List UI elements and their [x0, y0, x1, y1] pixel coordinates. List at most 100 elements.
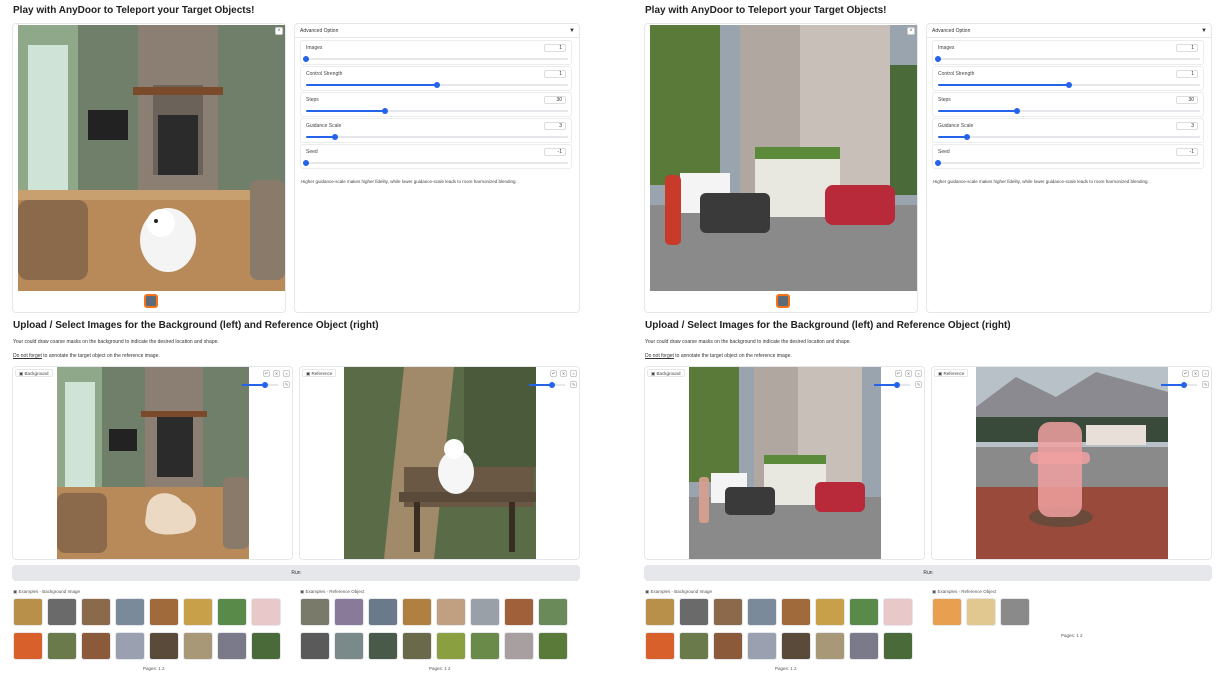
example-thumb[interactable]: [713, 632, 743, 660]
slider-control-strength[interactable]: Control Strength 1: [932, 66, 1204, 91]
slider-number-input[interactable]: 1: [1176, 44, 1198, 52]
slider-number-input[interactable]: -1: [544, 148, 566, 156]
example-thumb[interactable]: [149, 632, 179, 660]
example-thumb[interactable]: [81, 632, 111, 660]
undo-icon[interactable]: ↶: [550, 370, 557, 377]
slider-track[interactable]: [306, 82, 568, 88]
example-thumb[interactable]: [815, 632, 845, 660]
example-thumb[interactable]: [251, 598, 281, 626]
example-thumb[interactable]: [115, 598, 145, 626]
close-icon[interactable]: ×: [283, 370, 290, 377]
slider-number-input[interactable]: 1: [544, 70, 566, 78]
undo-icon[interactable]: ↶: [895, 370, 902, 377]
brush-size-handle[interactable]: [549, 382, 555, 388]
result-thumbnail[interactable]: [776, 294, 790, 308]
example-thumb[interactable]: [115, 632, 145, 660]
result-thumbnail[interactable]: [144, 294, 158, 308]
example-thumb[interactable]: [966, 598, 996, 626]
undo-icon[interactable]: ↶: [263, 370, 270, 377]
slider-steps[interactable]: Steps 30: [300, 92, 572, 117]
example-thumb[interactable]: [538, 632, 568, 660]
slider-track[interactable]: [303, 56, 568, 62]
example-thumb[interactable]: [1000, 598, 1030, 626]
example-thumb[interactable]: [747, 632, 777, 660]
example-thumb[interactable]: [47, 632, 77, 660]
example-thumb[interactable]: [679, 632, 709, 660]
brush-size-handle[interactable]: [262, 382, 268, 388]
slider-number-input[interactable]: 30: [544, 96, 566, 104]
clear-icon[interactable]: ✕: [273, 370, 280, 377]
example-thumb[interactable]: [334, 632, 364, 660]
slider-number-input[interactable]: 1: [1176, 70, 1198, 78]
slider-handle[interactable]: [1066, 82, 1072, 88]
advanced-option-header[interactable]: Advanced Option ▼: [295, 24, 579, 38]
example-thumb[interactable]: [815, 598, 845, 626]
slider-track[interactable]: [935, 160, 1200, 166]
slider-seed[interactable]: Seed -1: [932, 144, 1204, 169]
pagination-reference[interactable]: Pages: 1 2: [429, 666, 451, 671]
slider-number-input[interactable]: 3: [544, 122, 566, 130]
slider-handle[interactable]: [303, 56, 309, 62]
run-button[interactable]: Run: [12, 565, 580, 581]
slider-track[interactable]: [938, 108, 1200, 114]
slider-seed[interactable]: Seed -1: [300, 144, 572, 169]
example-thumb[interactable]: [217, 598, 247, 626]
example-thumb[interactable]: [504, 598, 534, 626]
example-thumb[interactable]: [13, 632, 43, 660]
brush-size-handle[interactable]: [894, 382, 900, 388]
brush-size-slider[interactable]: [874, 382, 910, 388]
brush-size-handle[interactable]: [1181, 382, 1187, 388]
example-thumb[interactable]: [883, 632, 913, 660]
example-thumb[interactable]: [645, 598, 675, 626]
slider-guidance-scale[interactable]: Guidance Scale 3: [300, 118, 572, 143]
slider-number-input[interactable]: 1: [544, 44, 566, 52]
example-thumb[interactable]: [183, 632, 213, 660]
close-icon[interactable]: ×: [1202, 370, 1209, 377]
brush-size-slider[interactable]: [242, 382, 278, 388]
slider-steps[interactable]: Steps 30: [932, 92, 1204, 117]
chevron-down-icon[interactable]: ▼: [1201, 24, 1207, 38]
brush-icon[interactable]: ✎: [570, 381, 577, 388]
brush-size-slider[interactable]: [529, 382, 565, 388]
slider-track[interactable]: [935, 56, 1200, 62]
pagination-background[interactable]: Pages: 1 2: [143, 666, 165, 671]
slider-handle[interactable]: [1013, 108, 1020, 114]
example-thumb[interactable]: [849, 598, 879, 626]
example-thumb[interactable]: [183, 598, 213, 626]
reference-image[interactable]: [976, 367, 1168, 559]
close-icon[interactable]: ×: [570, 370, 577, 377]
reference-image[interactable]: [344, 367, 536, 559]
run-button[interactable]: Run: [644, 565, 1212, 581]
slider-handle[interactable]: [963, 134, 970, 140]
undo-icon[interactable]: ↶: [1182, 370, 1189, 377]
slider-track[interactable]: [306, 134, 568, 140]
example-thumb[interactable]: [679, 598, 709, 626]
example-thumb[interactable]: [81, 598, 111, 626]
example-thumb[interactable]: [436, 598, 466, 626]
example-thumb[interactable]: [149, 598, 179, 626]
example-thumb[interactable]: [436, 632, 466, 660]
clear-icon[interactable]: ✕: [905, 370, 912, 377]
example-thumb[interactable]: [368, 598, 398, 626]
example-thumb[interactable]: [470, 632, 500, 660]
slider-guidance-scale[interactable]: Guidance Scale 3: [932, 118, 1204, 143]
slider-images[interactable]: Images 1: [932, 40, 1204, 65]
slider-handle[interactable]: [303, 160, 309, 166]
close-icon[interactable]: ×: [907, 27, 915, 35]
pagination-reference[interactable]: Pages: 1 2: [1061, 633, 1083, 638]
close-icon[interactable]: ×: [915, 370, 922, 377]
reference-editor[interactable]: ▣ Reference ↶ ✕ × ✎: [931, 366, 1212, 560]
example-thumb[interactable]: [470, 598, 500, 626]
example-thumb[interactable]: [368, 632, 398, 660]
example-thumb[interactable]: [300, 632, 330, 660]
background-editor[interactable]: ▣ Background ↶ ✕ × ✎: [12, 366, 293, 560]
slider-track[interactable]: [938, 134, 1200, 140]
brush-icon[interactable]: ✎: [915, 381, 922, 388]
example-thumb[interactable]: [713, 598, 743, 626]
example-thumb[interactable]: [217, 632, 247, 660]
clear-icon[interactable]: ✕: [1192, 370, 1199, 377]
close-icon[interactable]: ×: [275, 27, 283, 35]
example-thumb[interactable]: [47, 598, 77, 626]
background-editor[interactable]: ▣ Background ↶ ✕ × ✎: [644, 366, 925, 560]
slider-control-strength[interactable]: Control Strength 1: [300, 66, 572, 91]
